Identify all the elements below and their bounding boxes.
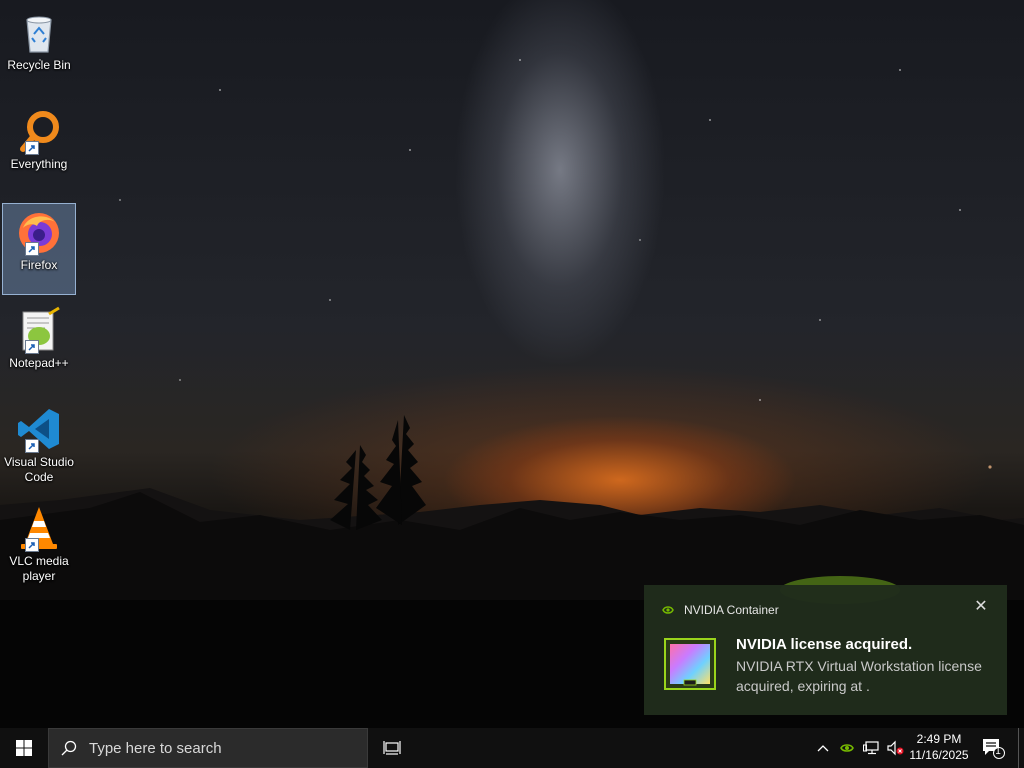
close-icon[interactable]: ✕: [973, 599, 989, 615]
windows-logo-icon: [16, 740, 32, 756]
desktop-icon-label: Visual Studio Code: [4, 455, 74, 484]
desktop-icon-notepad-plus-plus[interactable]: Notepad++: [2, 302, 76, 394]
task-view-icon: [383, 741, 401, 755]
action-center-button[interactable]: 1: [978, 728, 1008, 768]
shortcut-arrow-icon: [25, 340, 39, 354]
toast-header: NVIDIA Container: [662, 602, 779, 618]
vscode-icon: [15, 405, 63, 453]
clock-date: 11/16/2025: [909, 748, 969, 762]
desktop-icon-label: Everything: [10, 157, 68, 171]
firefox-icon: [15, 208, 63, 256]
shortcut-arrow-icon: [25, 141, 39, 155]
nvidia-icon[interactable]: [837, 728, 857, 768]
toast-body: NVIDIA RTX Virtual Workstation license a…: [736, 658, 982, 694]
taskbar-clock[interactable]: 2:49 PM 11/16/2025: [902, 728, 976, 768]
nvidia-notification-toast[interactable]: NVIDIA Container ✕ NVIDIA license acquir…: [644, 585, 1007, 715]
toast-title: NVIDIA license acquired.: [736, 636, 913, 653]
desktop-icon-vlc[interactable]: VLC media player: [2, 500, 76, 592]
desktop-icon-label: Notepad++: [9, 356, 69, 370]
shortcut-arrow-icon: [25, 439, 39, 453]
desktop-icon-vscode[interactable]: Visual Studio Code: [2, 401, 76, 493]
vlc-icon: [15, 504, 63, 552]
desktop-icon-label: VLC media player: [9, 554, 69, 583]
desktop-icon-everything[interactable]: Everything: [2, 103, 76, 195]
notepad-plus-plus-icon: [15, 306, 63, 354]
taskbar-search-box[interactable]: Type here to search: [48, 728, 368, 768]
taskbar: Type here to search 2:49 PM 11/16/2025 1: [0, 728, 1024, 768]
toast-app-name: NVIDIA Container: [684, 603, 779, 617]
shortcut-arrow-icon: [25, 242, 39, 256]
task-view-button[interactable]: [372, 728, 412, 768]
desktop-icon-firefox[interactable]: Firefox: [2, 203, 76, 295]
clock-time: 2:49 PM: [916, 732, 962, 746]
desktop[interactable]: Recycle Bin Everything Firefox Notepad++…: [0, 0, 1024, 728]
nvidia-icon: [662, 606, 674, 614]
start-button[interactable]: [0, 728, 48, 768]
desktop-icon-recycle-bin[interactable]: Recycle Bin: [2, 4, 76, 96]
recycle-bin-icon: [15, 8, 63, 56]
shortcut-arrow-icon: [25, 538, 39, 552]
show-desktop-button[interactable]: [1018, 728, 1024, 768]
notification-count-badge: 1: [995, 746, 1001, 757]
search-icon: [61, 740, 77, 756]
desktop-icon-label: Recycle Bin: [7, 58, 71, 72]
search-placeholder: Type here to search: [89, 739, 222, 757]
chevron-up-icon[interactable]: [813, 728, 833, 768]
everything-search-icon: [15, 107, 63, 155]
desktop-icon-label: Firefox: [20, 258, 58, 272]
gpu-chip-icon: [664, 638, 716, 690]
network-icon[interactable]: [860, 728, 882, 768]
